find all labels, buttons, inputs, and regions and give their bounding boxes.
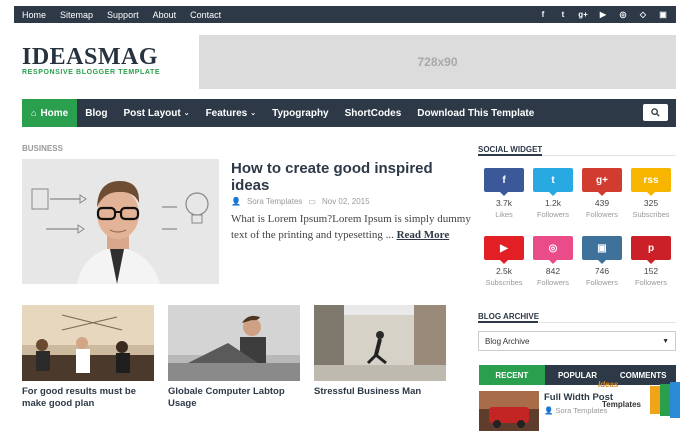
twitter-icon: t <box>533 168 573 196</box>
card-title[interactable]: Globale Computer Labtop Usage <box>168 386 303 410</box>
author-icon: 👤 <box>231 197 241 206</box>
social-label: Subscribes <box>485 278 523 287</box>
nav-home[interactable]: ⌂ Home <box>22 99 78 127</box>
nav-blog[interactable]: Blog <box>77 99 115 127</box>
top-link-contact[interactable]: Contact <box>190 10 221 20</box>
featured-meta: 👤 Sora Templates ▭ Nov 02, 2015 <box>231 197 370 206</box>
logo-tagline: RESPONSIVE BLOGGER TEMPLATE <box>22 69 161 76</box>
watermark-text-2: Templates <box>602 400 641 409</box>
nav-features[interactable]: Features ⌄ <box>198 99 265 127</box>
card-image[interactable] <box>168 305 300 381</box>
social-count: 152 <box>643 266 659 276</box>
nav-features-label: Features <box>205 107 248 119</box>
social-label: Subscribes <box>632 210 670 219</box>
author-icon: 👤 <box>544 406 556 415</box>
featured-date: Nov 02, 2015 <box>321 197 370 206</box>
social-label: Likes <box>495 210 513 219</box>
card-title[interactable]: Stressful Business Man <box>314 386 449 398</box>
featured-image[interactable] <box>22 159 219 284</box>
card-title[interactable]: For good results must be make good plan <box>22 386 157 410</box>
nav-typography[interactable]: Typography <box>264 99 336 127</box>
social-counter-dribbble[interactable]: ◎ 842 Followers <box>533 236 573 287</box>
social-label: Followers <box>536 210 570 219</box>
tab-recent[interactable]: RECENT <box>479 365 545 385</box>
search-icon <box>651 108 660 117</box>
social-label: Followers <box>634 278 668 287</box>
nav-shortcodes[interactable]: ShortCodes <box>337 99 410 127</box>
social-counter-twitter[interactable]: t 1.2k Followers <box>533 168 573 219</box>
card-image[interactable] <box>314 305 446 381</box>
pinterest-icon: p <box>631 236 671 264</box>
top-bar: Home Sitemap Support About Contact f t g… <box>14 6 676 23</box>
youtube-icon: ▶ <box>484 236 524 264</box>
featured-category-label[interactable]: BUSINESS <box>22 144 63 153</box>
top-link-home[interactable]: Home <box>22 10 46 20</box>
logo-title: IDEASMAG <box>22 44 159 70</box>
social-label: Followers <box>536 278 570 287</box>
watermark-icon <box>650 382 680 418</box>
codepen-icon[interactable]: ◇ <box>638 10 648 19</box>
calendar-icon: ▭ <box>308 197 316 206</box>
social-counter-facebook[interactable]: f 3.7k Likes <box>484 168 524 219</box>
nav-post-layout-label: Post Layout <box>123 107 181 119</box>
featured-excerpt: What is Lorem Ipsum?Lorem Ipsum is simpl… <box>231 211 471 243</box>
youtube-icon[interactable]: ▶ <box>598 10 608 19</box>
facebook-icon[interactable]: f <box>538 10 548 19</box>
top-links: Home Sitemap Support About Contact <box>22 10 221 20</box>
nav-home-label: Home <box>40 107 69 119</box>
chevron-down-icon: ⌄ <box>183 110 190 117</box>
top-link-sitemap[interactable]: Sitemap <box>60 10 93 20</box>
social-counter-pinterest[interactable]: p 152 Followers <box>631 236 671 287</box>
blog-archive-value: Blog Archive <box>485 336 530 346</box>
blog-archive-select[interactable]: Blog Archive ▼ <box>478 331 676 351</box>
social-counter-youtube[interactable]: ▶ 2.5k Subscribes <box>484 236 524 287</box>
social-label: Followers <box>585 278 619 287</box>
watermark-logo: Ideas Templates <box>594 378 684 423</box>
social-count: 439 <box>594 198 610 208</box>
card-image[interactable] <box>22 305 154 381</box>
chevron-down-icon: ⌄ <box>250 110 257 117</box>
google-plus-icon[interactable]: g+ <box>578 10 588 19</box>
featured-title[interactable]: How to create good inspired ideas <box>231 160 471 194</box>
social-counter-instagram[interactable]: ▣ 746 Followers <box>582 236 622 287</box>
social-count: 2.5k <box>495 266 513 276</box>
social-counter-google-plus[interactable]: g+ 439 Followers <box>582 168 622 219</box>
social-label: Followers <box>585 210 619 219</box>
dribbble-icon[interactable]: ◎ <box>618 10 628 19</box>
top-social-icons: f t g+ ▶ ◎ ◇ ▣ <box>538 10 668 19</box>
nav-post-layout[interactable]: Post Layout ⌄ <box>115 99 197 127</box>
instagram-icon[interactable]: ▣ <box>658 10 668 19</box>
social-count: 325 <box>643 198 659 208</box>
social-count: 746 <box>594 266 610 276</box>
top-link-support[interactable]: Support <box>107 10 139 20</box>
home-icon: ⌂ <box>31 108 37 118</box>
top-link-about[interactable]: About <box>153 10 177 20</box>
instagram-icon: ▣ <box>582 236 622 264</box>
dropdown-arrow-icon: ▼ <box>662 337 669 345</box>
social-widget-title: SOCIAL WIDGET <box>478 145 543 154</box>
social-count: 3.7k <box>495 198 513 208</box>
social-count: 842 <box>545 266 561 276</box>
dribbble-icon: ◎ <box>533 236 573 264</box>
google-plus-icon: g+ <box>582 168 622 196</box>
widget-title-underline <box>478 154 542 156</box>
widget-title-underline <box>478 321 538 323</box>
read-more-link[interactable]: Read More <box>397 229 450 241</box>
blog-archive-title: BLOG ARCHIVE <box>478 312 540 321</box>
social-count: 1.2k <box>544 198 562 208</box>
twitter-icon[interactable]: t <box>558 10 568 19</box>
main-nav: ⌂ Home Blog Post Layout ⌄ Features ⌄ Typ… <box>22 99 676 127</box>
watermark-text-1: Ideas <box>598 380 619 389</box>
facebook-icon: f <box>484 168 524 196</box>
featured-author[interactable]: Sora Templates <box>247 197 302 206</box>
nav-download[interactable]: Download This Template <box>409 99 542 127</box>
social-counter-rss[interactable]: rss 325 Subscribes <box>631 168 671 219</box>
rss-icon: rss <box>631 168 671 196</box>
site-logo[interactable]: IDEASMAG RESPONSIVE BLOGGER TEMPLATE <box>22 44 161 76</box>
ad-banner[interactable]: 728x90 <box>199 35 676 89</box>
recent-post-thumbnail[interactable] <box>479 391 539 431</box>
search-button[interactable] <box>643 104 668 121</box>
